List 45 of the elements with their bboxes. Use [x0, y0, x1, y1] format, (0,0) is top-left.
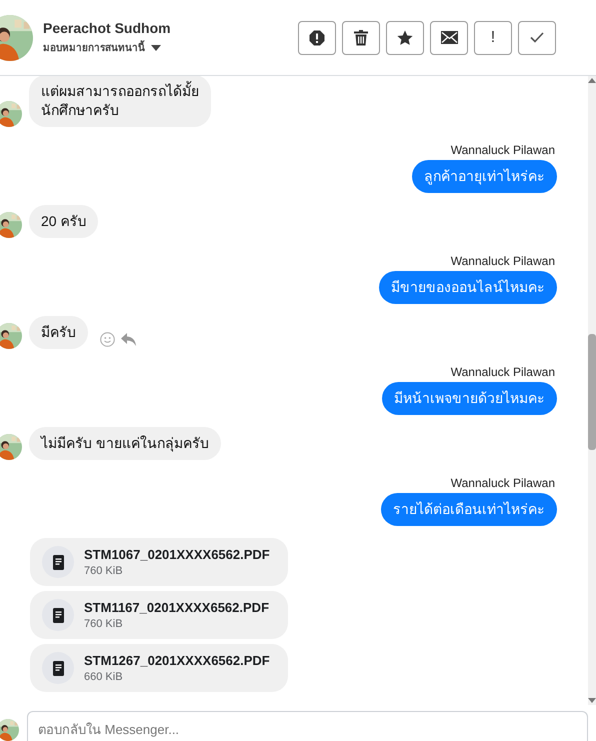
- trash-icon: [354, 30, 368, 46]
- file-name: STM1167_0201XXXX6562.PDF: [84, 600, 270, 615]
- scrollbar[interactable]: [588, 76, 596, 705]
- sent-message: ลูกค้าอายุเท่าไหร่คะ: [412, 160, 557, 193]
- sender-name: Wannaluck Pilawan: [450, 254, 555, 268]
- star-icon: [397, 30, 413, 46]
- reply-field[interactable]: ตอบกลับใน Messenger...: [27, 711, 588, 741]
- emoji-icon[interactable]: [100, 332, 115, 347]
- file-attachment[interactable]: STM1067_0201XXXX6562.PDF 760 KiB: [30, 538, 288, 586]
- sent-message: มีหน้าเพจขายด้วยไหมคะ: [382, 382, 557, 415]
- document-icon: [52, 554, 64, 570]
- file-attachment[interactable]: STM1267_0201XXXX6562.PDF 660 KiB: [30, 644, 288, 692]
- scroll-up-icon[interactable]: [588, 76, 596, 84]
- sender-name: Wannaluck Pilawan: [450, 365, 555, 379]
- received-message: แต่ผมสามารถออกรถได้มั้ย นักศึกษาครับ: [29, 76, 211, 127]
- file-size: 660 KiB: [84, 671, 124, 683]
- sender-name: Wannaluck Pilawan: [450, 143, 555, 157]
- sender-name: Wannaluck Pilawan: [450, 476, 555, 490]
- file-attachment[interactable]: STM1167_0201XXXX6562.PDF 760 KiB: [30, 591, 288, 639]
- received-message: ไม่มีครับ ขายแค่ในกลุ่มครับ: [29, 427, 221, 460]
- received-message: มีครับ: [29, 316, 88, 349]
- alert-icon: [309, 30, 325, 46]
- file-name: STM1267_0201XXXX6562.PDF: [84, 653, 270, 668]
- assign-conversation-link[interactable]: มอบหมายการสนทนานี้: [43, 40, 145, 55]
- scroll-down-icon[interactable]: [588, 697, 596, 705]
- sent-message: รายได้ต่อเดือนเท่าไหร่คะ: [381, 493, 557, 526]
- sent-message: มีขายของออนไลน์ไหมคะ: [379, 271, 557, 304]
- document-icon: [52, 660, 64, 676]
- check-icon: [530, 32, 544, 43]
- file-size: 760 KiB: [84, 565, 124, 577]
- caret-icon[interactable]: [151, 44, 161, 50]
- received-message: 20 ครับ: [29, 205, 98, 238]
- envelope-icon: [440, 31, 458, 44]
- important-button[interactable]: !: [474, 20, 512, 54]
- scrollbar-thumb[interactable]: [588, 334, 596, 450]
- file-name: STM1067_0201XXXX6562.PDF: [84, 547, 270, 562]
- report-button[interactable]: [298, 20, 336, 54]
- delete-button[interactable]: [342, 20, 380, 54]
- contact-name: Peerachot Sudhom: [43, 20, 172, 36]
- done-button[interactable]: [518, 20, 556, 54]
- file-size: 760 KiB: [84, 618, 124, 630]
- mail-button[interactable]: [430, 20, 468, 54]
- reply-icon[interactable]: [121, 333, 136, 346]
- document-icon: [52, 608, 64, 622]
- star-button[interactable]: [386, 20, 424, 54]
